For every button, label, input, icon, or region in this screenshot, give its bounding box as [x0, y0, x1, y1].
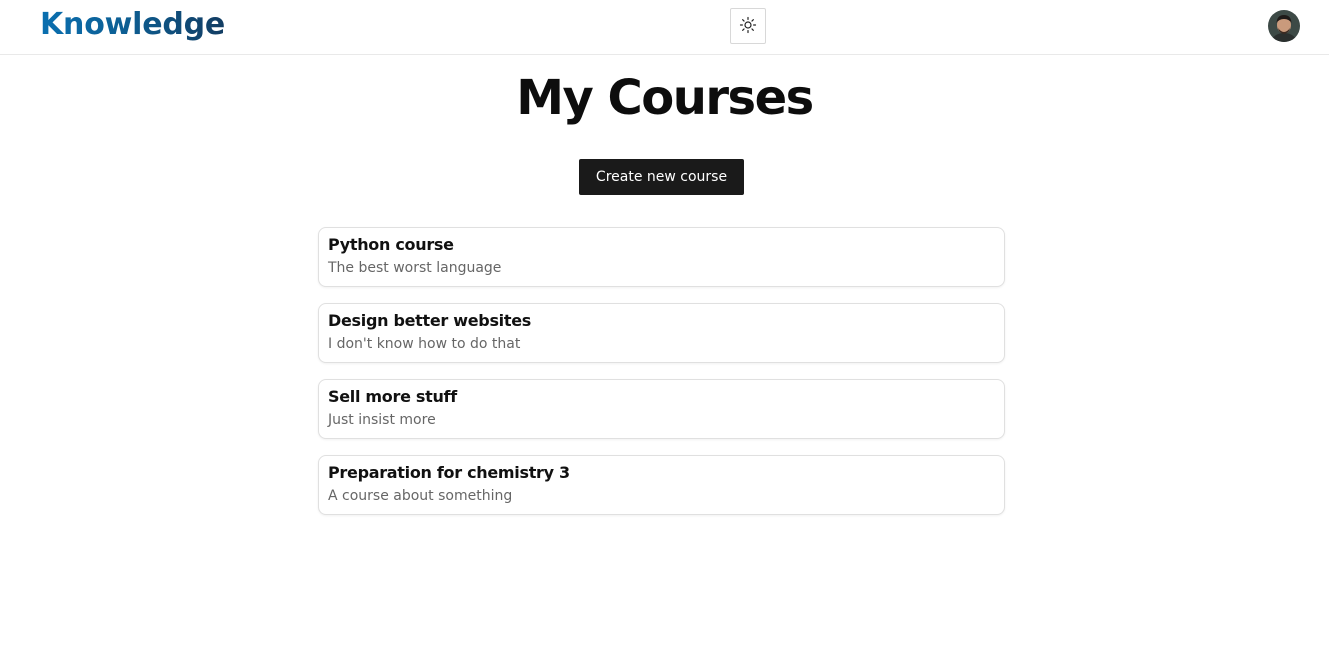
course-card[interactable]: Preparation for chemistry 3 A course abo… — [318, 455, 1005, 515]
page-title: My Courses — [516, 70, 814, 126]
course-title: Preparation for chemistry 3 — [328, 463, 570, 482]
course-title: Sell more stuff — [328, 387, 457, 406]
course-title: Design better websites — [328, 311, 531, 330]
create-course-button[interactable]: Create new course — [579, 159, 744, 195]
course-description: A course about something — [328, 488, 513, 504]
course-description: The best worst language — [328, 260, 502, 276]
course-card[interactable]: Design better websites I don't know how … — [318, 303, 1005, 363]
sun-icon — [739, 16, 757, 37]
course-card[interactable]: Sell more stuff Just insist more — [318, 379, 1005, 439]
course-title: Python course — [328, 235, 454, 254]
course-description: I don't know how to do that — [328, 336, 521, 352]
course-card[interactable]: Python course The best worst language — [318, 227, 1005, 287]
course-description: Just insist more — [328, 412, 436, 428]
top-bar: Knowledge — [0, 0, 1329, 55]
logo[interactable]: Knowledge — [40, 7, 225, 42]
course-list: Python course The best worst language De… — [318, 227, 1005, 531]
avatar[interactable] — [1268, 10, 1300, 42]
theme-toggle-button[interactable] — [730, 8, 766, 44]
